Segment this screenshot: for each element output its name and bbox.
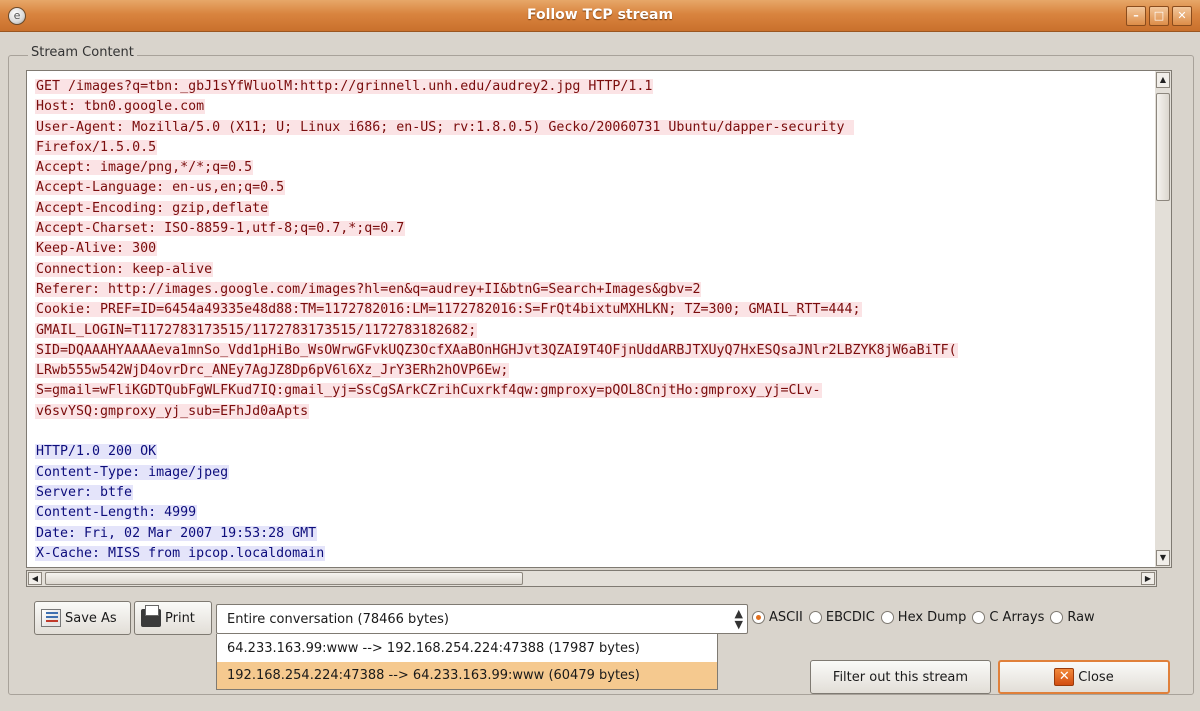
client-line: v6svYSQ:gmproxy_yj_sub=EFhJd0aApts	[35, 402, 1156, 422]
radio-icon[interactable]	[880, 611, 894, 624]
client-line: SID=DQAAAHYAAAAeva1mnSo_Vdd1pHiBo_WsOWrw…	[35, 341, 1156, 361]
stream-content-label: Stream Content	[28, 45, 137, 60]
client-line: Connection: keep-alive	[35, 260, 1156, 280]
client-text: Host: tbn0.google.com	[35, 99, 206, 115]
client-text: v6svYSQ:gmproxy_yj_sub=EFhJd0aApts	[35, 403, 310, 419]
horizontal-scroll-thumb[interactable]	[45, 572, 523, 585]
client-text: S=gmail=wFliKGDTQubFgWLFKud7IQ:gmail_yj=…	[35, 383, 822, 399]
radio-icon[interactable]	[972, 611, 986, 624]
conversation-options-list: 64.233.163.99:www --> 192.168.254.224:47…	[216, 634, 718, 690]
stream-text: GET /images?q=tbn:_gbJ1sYfWluolM:http://…	[35, 77, 1156, 564]
radio-icon[interactable]	[808, 611, 822, 624]
minimize-button[interactable]: –	[1126, 6, 1146, 26]
close-button[interactable]: ✕ Close	[998, 660, 1170, 694]
server-text: Content-Length: 4999	[35, 505, 198, 521]
radio-hex-dump[interactable]: Hex Dump	[880, 610, 967, 625]
server-line: X-Cache: MISS from ipcop.localdomain	[35, 544, 1156, 564]
server-line: Content-Length: 4999	[35, 503, 1156, 523]
client-line: Keep-Alive: 300	[35, 239, 1156, 259]
vertical-scrollbar[interactable]: ▲ ▼	[1155, 70, 1172, 568]
client-line: User-Agent: Mozilla/5.0 (X11; U; Linux i…	[35, 118, 1156, 138]
filter-stream-button[interactable]: Filter out this stream	[810, 660, 991, 694]
client-text: SID=DQAAAHYAAAAeva1mnSo_Vdd1pHiBo_WsOWrw…	[35, 342, 958, 358]
client-line: Accept-Language: en-us,en;q=0.5	[35, 178, 1156, 198]
radio-label: Raw	[1067, 610, 1095, 625]
scroll-left-icon[interactable]: ◀	[28, 572, 42, 585]
radio-label: C Arrays	[989, 610, 1045, 625]
window-title: Follow TCP stream	[526, 7, 674, 23]
client-line: Accept: image/png,*/*;q=0.5	[35, 158, 1156, 178]
client-line: Accept-Charset: ISO-8859-1,utf-8;q=0.7,*…	[35, 219, 1156, 239]
client-line: Cookie: PREF=ID=6454a49335e48d88:TM=1172…	[35, 300, 1156, 320]
radio-label: EBCDIC	[825, 610, 875, 625]
save-as-button[interactable]: Save As	[34, 601, 131, 635]
window-controls: – □ ✕	[1126, 6, 1192, 26]
server-text: Date: Fri, 02 Mar 2007 19:53:28 GMT	[35, 525, 318, 541]
save-icon	[41, 609, 61, 627]
client-text: Accept-Charset: ISO-8859-1,utf-8;q=0.7,*…	[35, 221, 406, 237]
server-line: HTTP/1.0 200 OK	[35, 442, 1156, 462]
client-line: GET /images?q=tbn:_gbJ1sYfWluolM:http://…	[35, 77, 1156, 97]
filter-stream-label: Filter out this stream	[832, 669, 969, 685]
print-button[interactable]: Print	[134, 601, 212, 635]
conversation-option[interactable]: 64.233.163.99:www --> 192.168.254.224:47…	[217, 635, 717, 662]
server-text: Content-Type: image/jpeg	[35, 464, 230, 480]
server-text: X-Cache: MISS from ipcop.localdomain	[35, 545, 326, 561]
client-text: Accept: image/png,*/*;q=0.5	[35, 160, 254, 176]
spin-arrows-icon[interactable]: ▲ ▼	[735, 608, 743, 630]
server-text: Server: btfe	[35, 484, 134, 500]
conversation-select[interactable]: Entire conversation (78466 bytes) ▲ ▼	[216, 604, 748, 634]
close-window-button[interactable]: ✕	[1172, 6, 1192, 26]
client-text: GMAIL_LOGIN=T1172783173515/1172783173515…	[35, 322, 478, 338]
format-radio-group: ASCII EBCDIC Hex Dump C Arrays Raw	[752, 610, 1101, 625]
conversation-option-highlighted[interactable]: 192.168.254.224:47388 --> 64.233.163.99:…	[217, 662, 717, 689]
scroll-up-icon[interactable]: ▲	[1156, 72, 1170, 88]
close-label: Close	[1078, 669, 1114, 685]
stream-separator	[35, 422, 1156, 442]
server-text: HTTP/1.0 200 OK	[35, 444, 158, 460]
server-line: Date: Fri, 02 Mar 2007 19:53:28 GMT	[35, 524, 1156, 544]
client-line: S=gmail=wFliKGDTQubFgWLFKud7IQ:gmail_yj=…	[35, 381, 1156, 401]
client-line: GMAIL_LOGIN=T1172783173515/1172783173515…	[35, 321, 1156, 341]
radio-c-arrays[interactable]: C Arrays	[972, 610, 1044, 625]
radio-label: ASCII	[769, 610, 803, 625]
client-text: Accept-Encoding: gzip,deflate	[35, 200, 270, 216]
scroll-down-icon[interactable]: ▼	[1156, 550, 1170, 566]
client-line: Accept-Encoding: gzip,deflate	[35, 199, 1156, 219]
client-text: Accept-Language: en-us,en;q=0.5	[35, 180, 286, 196]
radio-selected-icon[interactable]	[752, 611, 765, 624]
client-text: Cookie: PREF=ID=6454a49335e48d88:TM=1172…	[35, 302, 862, 318]
client-text: User-Agent: Mozilla/5.0 (X11; U; Linux i…	[35, 119, 854, 135]
horizontal-scrollbar[interactable]: ◀ ▶	[26, 570, 1157, 587]
print-label: Print	[165, 610, 195, 626]
client-line: Firefox/1.5.0.5	[35, 138, 1156, 158]
conversation-selected: Entire conversation (78466 bytes)	[227, 612, 449, 627]
radio-ascii[interactable]: ASCII	[752, 610, 803, 625]
close-icon: ✕	[1054, 668, 1075, 686]
printer-icon	[141, 605, 161, 627]
vertical-scroll-thumb[interactable]	[1156, 93, 1170, 201]
client-text: GET /images?q=tbn:_gbJ1sYfWluolM:http://…	[35, 79, 654, 94]
server-line: Server: btfe	[35, 483, 1156, 503]
radio-label: Hex Dump	[897, 610, 967, 625]
title-bar[interactable]: e Follow TCP stream – □ ✕	[0, 0, 1200, 32]
maximize-button[interactable]: □	[1149, 6, 1169, 26]
client-text: Referer: http://images.google.com/images…	[35, 281, 702, 297]
client-text: LRwb555w542WjD4ovrDrc_ANEy7AgJZ8Dp6pV6l6…	[35, 363, 510, 379]
client-text: Connection: keep-alive	[35, 261, 214, 277]
stream-text-area[interactable]: GET /images?q=tbn:_gbJ1sYfWluolM:http://…	[26, 70, 1157, 568]
client-line: Referer: http://images.google.com/images…	[35, 280, 1156, 300]
radio-raw[interactable]: Raw	[1050, 610, 1095, 625]
save-as-label: Save As	[65, 610, 117, 626]
client-line: LRwb555w542WjD4ovrDrc_ANEy7AgJZ8Dp6pV6l6…	[35, 361, 1156, 381]
client-text: Firefox/1.5.0.5	[35, 139, 158, 155]
server-line: Content-Type: image/jpeg	[35, 463, 1156, 483]
scroll-right-icon[interactable]: ▶	[1141, 572, 1155, 585]
client-text: Keep-Alive: 300	[35, 241, 158, 257]
client-line: Host: tbn0.google.com	[35, 97, 1156, 117]
radio-ebcdic[interactable]: EBCDIC	[808, 610, 875, 625]
radio-icon[interactable]	[1050, 611, 1064, 624]
